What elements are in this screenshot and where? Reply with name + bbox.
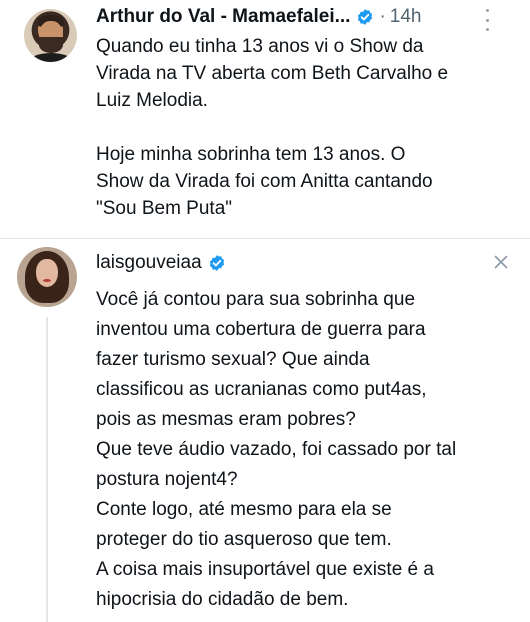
post-text: Quando eu tinha 13 anos vi o Show da Vir… [96,33,516,222]
author-avatar[interactable] [24,9,77,62]
reply-text-line: Que teve áudio vazado, foi cassado por t… [96,439,457,460]
post-timestamp[interactable]: 14h [390,6,422,28]
thread-line [46,317,48,622]
post-header: Arthur do Val - Mamaefalei... · 14h [96,2,421,32]
reply-text-line: Conte logo, até mesmo para ela se [96,499,392,520]
more-dot [485,9,489,12]
close-icon[interactable] [494,255,508,269]
reply-text-line: postura nojent4? [96,469,238,490]
post-text-line: Hoje minha sobrinha tem 13 anos. O [96,144,406,165]
avatar-face [36,259,58,287]
reply-header: laisgouveiaa [96,249,226,277]
post-text-line: Luiz Melodia. [96,90,208,111]
reply-avatar[interactable] [17,247,77,307]
reply-text: Você já contou para sua sobrinha que inv… [96,285,516,615]
reply-text-line: inventou uma cobertura de guerra para [96,319,426,340]
post-text-line: Virada na TV aberta com Beth Carvalho e [96,63,449,84]
more-options-icon[interactable] [482,9,492,31]
verified-badge-icon [358,9,373,25]
header-separator: · [379,6,386,27]
post-text-line: Show da Virada foi com Anitta cantando [96,171,433,192]
avatar-shoulders [28,53,74,62]
reply-text-line: classificou as ucranianas como put4as, [96,379,427,400]
more-dot [485,18,489,22]
verified-badge-icon [209,255,224,271]
reply-text-line: fazer turismo sexual? Que ainda [96,349,370,370]
reply-text-line: Você já contou para sua sobrinha que [96,289,416,310]
post-text-blank-line [96,114,516,141]
reply-text-line: hipocrisia do cidadão de bem. [96,589,349,610]
reply-text-line: pois as mesmas eram pobres? [96,409,356,430]
avatar-beard [39,37,63,53]
post-text-line: Quando eu tinha 13 anos vi o Show da [96,36,424,57]
post-text-line: "Sou Bem Puta" [96,198,233,219]
reply-username[interactable]: laisgouveiaa [96,252,202,274]
avatar-lips [43,279,51,282]
reply-post: laisgouveiaa Você já contou para sua sob… [0,239,530,622]
original-post: Arthur do Val - Mamaefalei... · 14h Quan… [0,0,530,236]
author-name[interactable]: Arthur do Val - Mamaefalei... [96,6,350,28]
reply-text-line: proteger do tio asqueroso que tem. [96,529,392,550]
more-dot [485,28,489,31]
reply-text-line: A coisa mais insuportável que existe é a [96,559,434,580]
